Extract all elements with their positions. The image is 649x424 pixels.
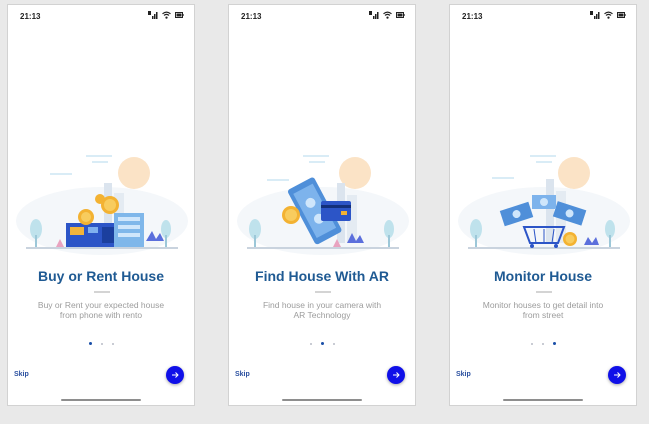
next-button[interactable] [387, 366, 405, 384]
subtitle-line-1: Buy or Rent your expected house [37, 300, 165, 310]
page-indicator [229, 342, 415, 345]
ar-card-illustration [237, 155, 409, 255]
wifi-icon [383, 11, 392, 19]
screen-title: Monitor House [494, 268, 592, 284]
subtitle-line-1: Monitor houses to get detail into [482, 300, 604, 310]
battery-icon [175, 12, 184, 18]
page-dot-1[interactable] [530, 342, 533, 345]
status-time: 21:13 [241, 12, 262, 21]
subtitle-line-2: from phone with rento [59, 310, 143, 320]
page-indicator [450, 342, 636, 345]
skip-button[interactable]: Skip [235, 371, 250, 378]
arrow-right-icon [393, 372, 400, 378]
subtitle-line-2: from street [522, 310, 564, 320]
screen-subtitle: Buy or Rent your expected house from pho… [22, 300, 180, 320]
status-icons [369, 11, 405, 19]
battery-icon [396, 12, 405, 18]
next-button[interactable] [608, 366, 626, 384]
status-icons [590, 11, 626, 19]
status-time: 21:13 [462, 12, 483, 21]
title-divider [315, 291, 331, 293]
house-purchase-illustration [16, 155, 188, 255]
onboarding-screen-2: 21:13 Find House With AR Find house in y… [228, 4, 416, 406]
subtitle-line-2: AR Technology [293, 310, 351, 320]
page-dot-1[interactable] [88, 342, 92, 345]
screen-title: Find House With AR [255, 268, 389, 284]
battery-icon [617, 12, 626, 18]
arrow-right-icon [172, 372, 179, 378]
onboarding-screen-3: 21:13 Monitor House Monitor houses to ge… [449, 4, 637, 406]
signal-icon [590, 11, 600, 19]
screen-subtitle: Find house in your camera with AR Techno… [243, 300, 401, 320]
skip-button[interactable]: Skip [14, 371, 29, 378]
page-indicator [8, 342, 194, 345]
screen-subtitle: Monitor houses to get detail into from s… [464, 300, 622, 320]
page-dot-2[interactable] [541, 342, 544, 345]
signal-icon [369, 11, 379, 19]
next-button[interactable] [166, 366, 184, 384]
subtitle-line-1: Find house in your camera with [262, 300, 382, 310]
house-monitor-illustration [458, 155, 630, 255]
title-divider [536, 291, 552, 293]
page-dot-2[interactable] [320, 342, 324, 345]
screen-title: Buy or Rent House [37, 268, 164, 284]
page-dot-1[interactable] [309, 342, 312, 345]
status-icons [148, 11, 184, 19]
status-time: 21:13 [20, 12, 41, 21]
wifi-icon [604, 11, 613, 19]
home-indicator [503, 399, 583, 401]
page-dot-3[interactable] [332, 342, 335, 345]
page-dot-2[interactable] [100, 342, 103, 345]
page-dot-3[interactable] [111, 342, 114, 345]
arrow-right-icon [614, 372, 621, 378]
home-indicator [61, 399, 141, 401]
wifi-icon [162, 11, 171, 19]
page-dot-3[interactable] [552, 342, 556, 345]
title-divider [94, 291, 110, 293]
home-indicator [282, 399, 362, 401]
skip-button[interactable]: Skip [456, 371, 471, 378]
signal-icon [148, 11, 158, 19]
onboarding-screen-1: 21:13 Buy or Rent House Buy or Rent your… [7, 4, 195, 406]
